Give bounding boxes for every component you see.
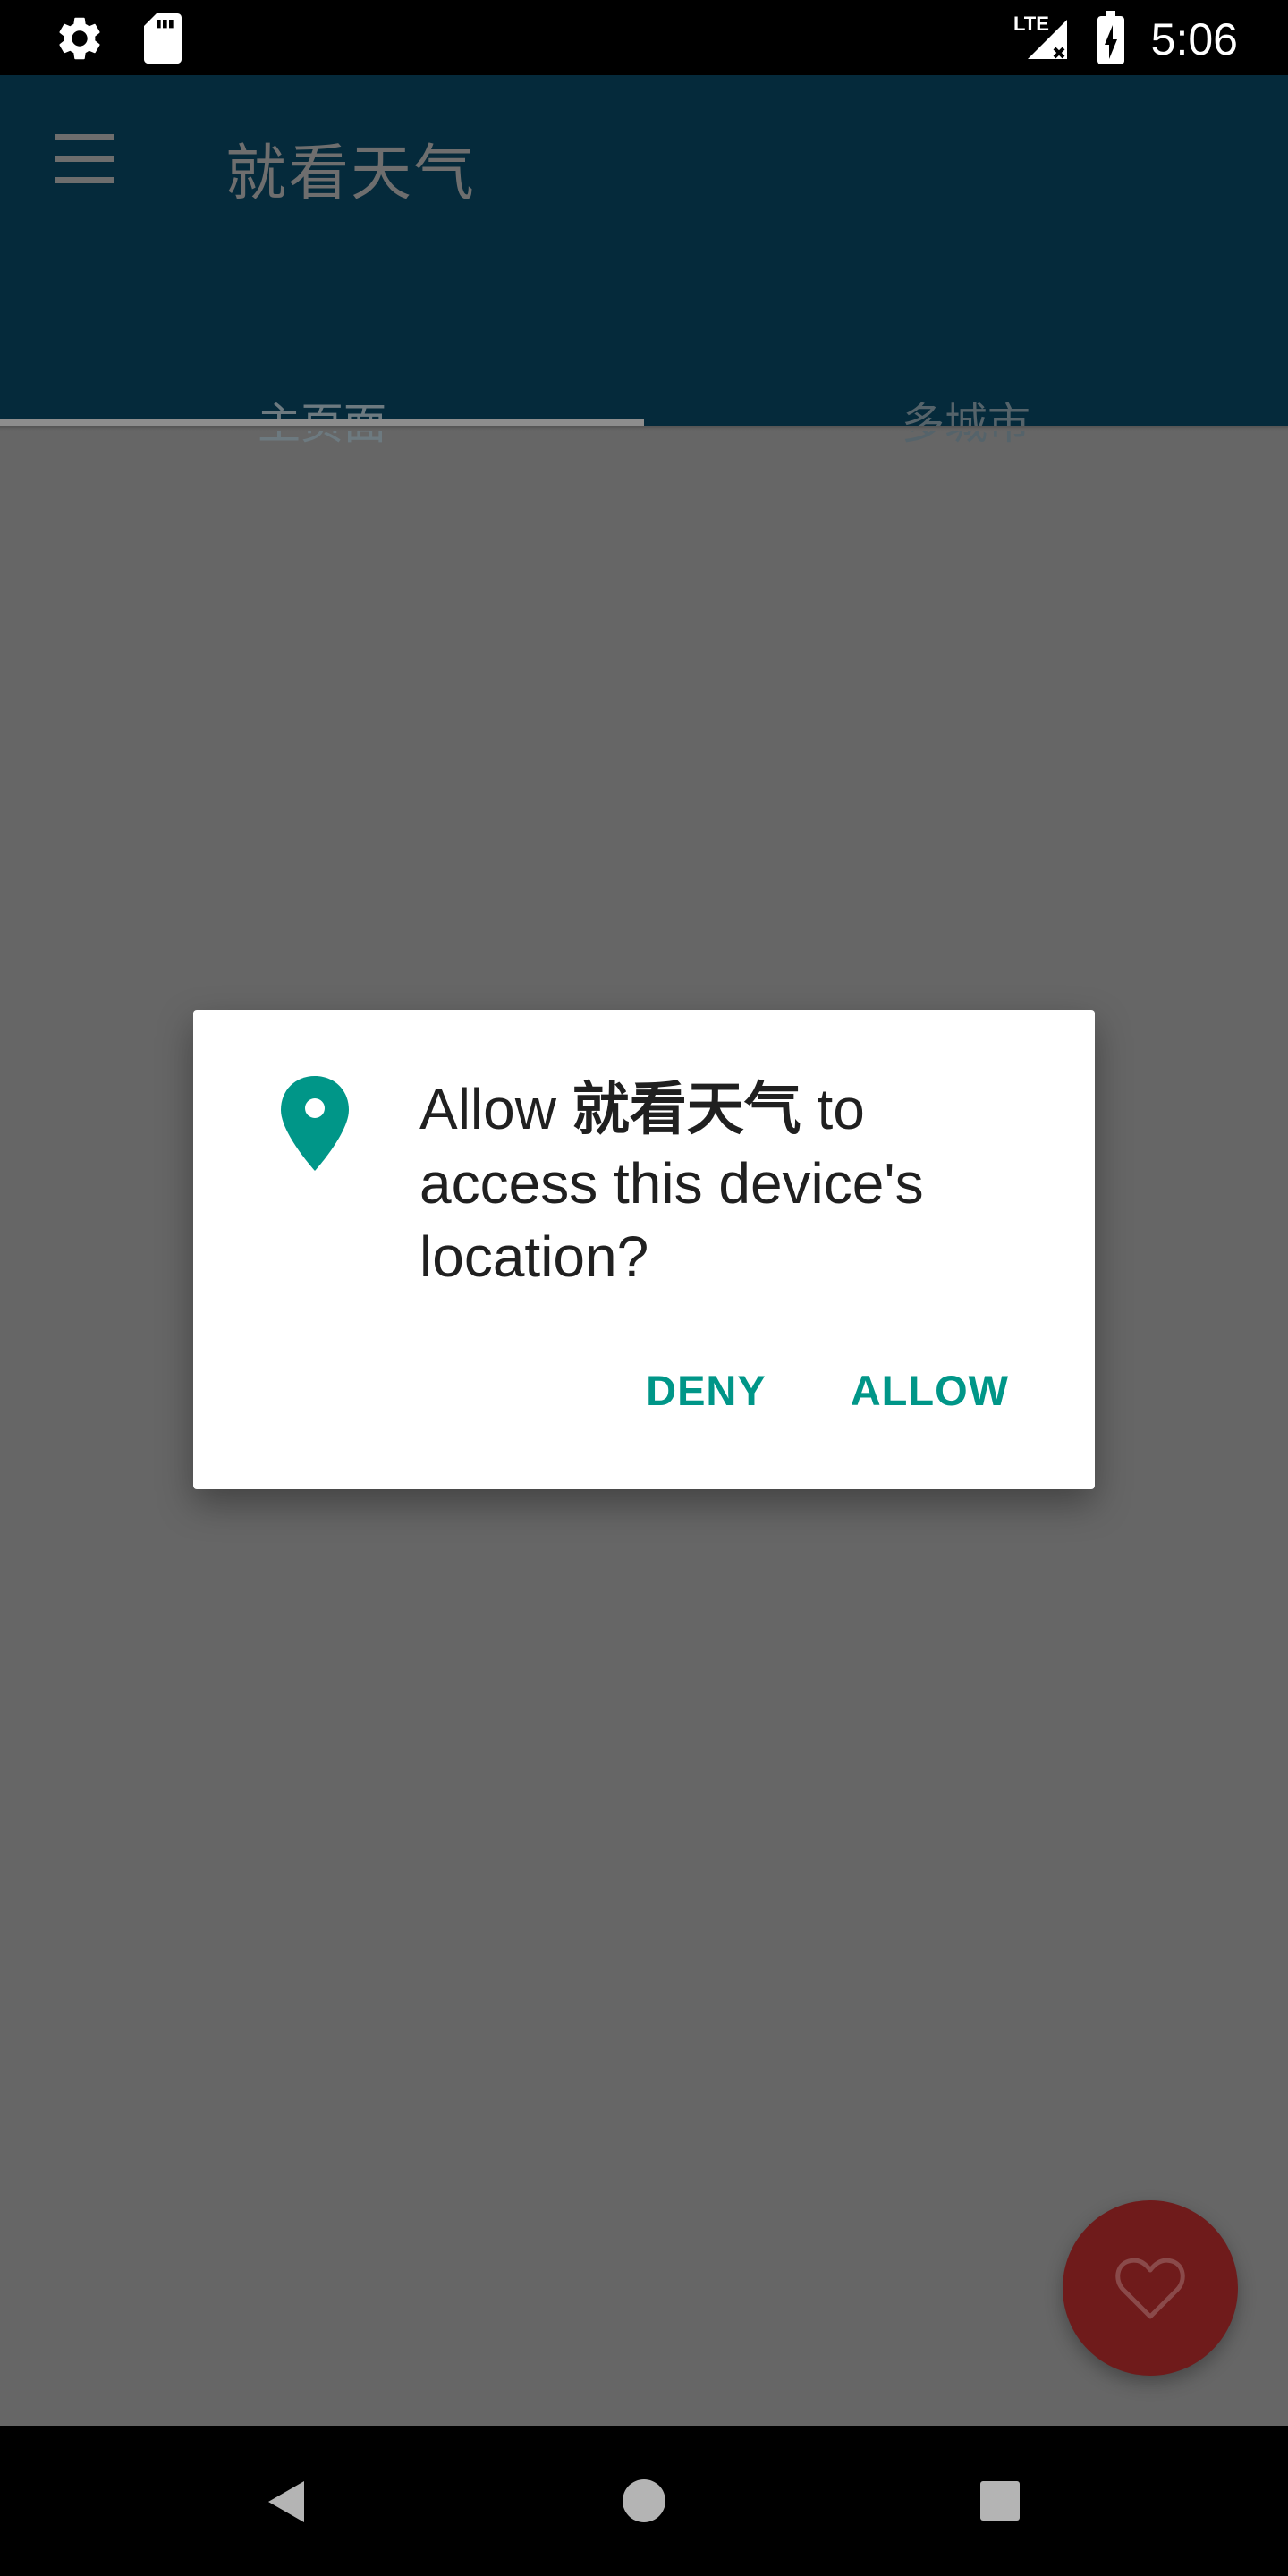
nav-bar xyxy=(0,2426,1288,2576)
gear-icon xyxy=(54,13,106,68)
deny-button[interactable]: DENY xyxy=(646,1366,767,1415)
lte-signal-icon: LTE xyxy=(1012,9,1071,70)
heart-icon xyxy=(1115,2258,1185,2319)
battery-charging-icon xyxy=(1096,11,1126,68)
tab-multi-city-label: 多城市 xyxy=(901,399,1030,449)
app-bar: 就看天气 主页面 多城市 xyxy=(0,75,1288,449)
recents-icon[interactable] xyxy=(980,2481,1020,2521)
permission-dialog: Allow 就看天气 to access this device's locat… xyxy=(193,1010,1095,1489)
location-pin-icon xyxy=(279,1074,351,1173)
tab-main[interactable]: 主页面 xyxy=(0,290,644,449)
allow-button[interactable]: ALLOW xyxy=(851,1366,1009,1415)
dialog-actions: DENY ALLOW xyxy=(646,1366,1009,1415)
home-icon[interactable] xyxy=(623,2479,665,2522)
hamburger-menu-icon[interactable] xyxy=(55,134,116,184)
dialog-message-prefix: Allow xyxy=(419,1077,572,1141)
sd-card-icon xyxy=(141,13,184,67)
tab-indicator xyxy=(0,419,644,426)
app-bar-shadow xyxy=(0,426,1288,431)
dialog-message: Allow 就看天气 to access this device's locat… xyxy=(419,1072,1046,1293)
tab-multi-city[interactable]: 多城市 xyxy=(644,290,1288,449)
app-title: 就看天气 xyxy=(225,139,477,209)
status-time: 5:06 xyxy=(1150,14,1238,64)
back-icon[interactable] xyxy=(267,2479,306,2528)
status-bar: LTE 5:06 xyxy=(0,0,1288,75)
favorite-fab[interactable] xyxy=(1063,2200,1238,2376)
svg-text:LTE: LTE xyxy=(1013,13,1049,35)
dialog-app-name: 就看天气 xyxy=(572,1077,801,1143)
